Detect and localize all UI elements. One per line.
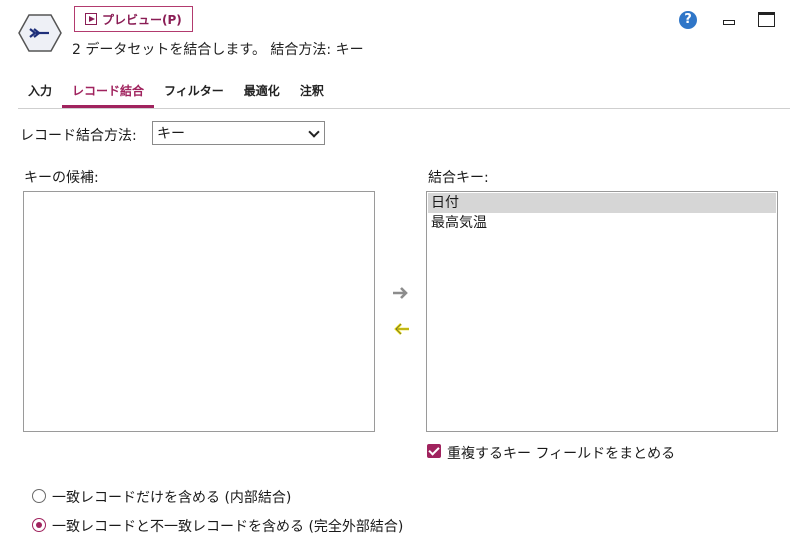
tab-annotations[interactable]: 注釈 xyxy=(290,74,334,108)
maximize-icon[interactable] xyxy=(758,12,775,27)
tab-filter[interactable]: フィルター xyxy=(154,74,234,108)
tab-optimization[interactable]: 最適化 xyxy=(234,74,290,108)
merge-method-select[interactable]: キー xyxy=(152,121,325,145)
combine-duplicates-checkbox[interactable] xyxy=(427,444,441,458)
candidate-keys-label: キーの候補: xyxy=(24,170,99,186)
full-outer-join-radio[interactable] xyxy=(32,518,46,532)
inner-join-radio[interactable] xyxy=(32,489,46,503)
add-key-arrow-icon[interactable] xyxy=(391,285,411,301)
inner-join-label: 一致レコードだけを含める (内部結合) xyxy=(52,490,292,506)
join-keys-list[interactable]: 日付 最高気温 xyxy=(426,191,778,432)
help-icon[interactable]: ? xyxy=(679,11,697,29)
preview-button-label: プレビュー(P) xyxy=(102,12,182,27)
join-keys-label: 結合キー: xyxy=(428,170,489,186)
tab-input[interactable]: 入力 xyxy=(18,74,62,108)
list-item[interactable]: 最高気温 xyxy=(428,213,776,233)
minimize-icon[interactable] xyxy=(722,14,735,26)
tab-merge[interactable]: レコード結合 xyxy=(62,74,155,108)
merge-method-value: キー xyxy=(157,126,185,142)
candidate-keys-list[interactable] xyxy=(23,191,375,432)
merge-method-label: レコード結合方法: xyxy=(20,128,137,144)
full-outer-join-label: 一致レコードと不一致レコードを含める (完全外部結合) xyxy=(52,519,404,535)
preview-button[interactable]: プレビュー(P) xyxy=(74,6,193,32)
remove-key-arrow-icon[interactable] xyxy=(391,321,411,337)
list-item[interactable]: 日付 xyxy=(428,193,776,213)
tab-bar: 入力 レコード結合 フィルター 最適化 注釈 xyxy=(18,74,790,109)
node-summary: 2 データセットを結合します。 結合方法: キー xyxy=(72,42,364,58)
chevron-down-icon xyxy=(308,126,320,138)
combine-duplicates-label: 重複するキー フィールドをまとめる xyxy=(447,446,676,462)
merge-node-icon xyxy=(18,14,62,52)
play-icon xyxy=(85,13,97,25)
